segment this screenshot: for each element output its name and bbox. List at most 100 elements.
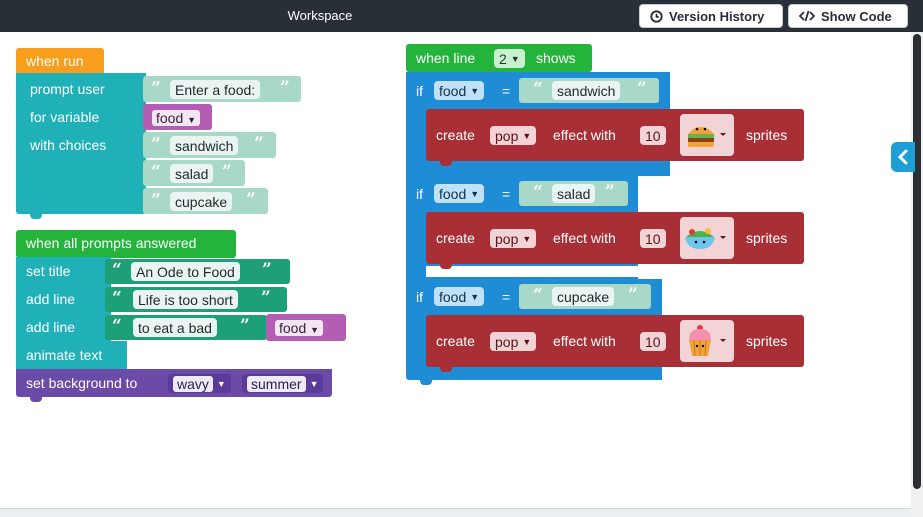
prompt-user-label: prompt user (30, 81, 105, 97)
dropdown-caret-icon: ▼ (510, 53, 520, 64)
vertical-scrollbar-thumb[interactable] (913, 34, 921, 489)
sprites-label-3: sprites (746, 333, 788, 349)
effect-value-3: pop (495, 333, 519, 350)
block-notch (440, 263, 452, 269)
if-op-3: = (502, 289, 511, 305)
all-answered-label: when all prompts answered (26, 235, 197, 251)
when-run-label: when run (26, 53, 84, 69)
bg-style-value: wavy (173, 375, 213, 392)
block-notch (440, 366, 452, 372)
dropdown-caret-icon: ▼ (522, 233, 532, 244)
if-var-dropdown-3[interactable]: food ▼ (434, 287, 485, 306)
dropdown-caret-icon: ▼ (470, 291, 480, 302)
count-field-3[interactable]: 10 (640, 332, 666, 351)
block-notch (440, 160, 452, 166)
line-2-text-value[interactable]: to eat a bad (133, 318, 217, 337)
code-icon (799, 10, 815, 22)
show-code-button[interactable]: Show Code (788, 4, 908, 28)
dropdown-caret-icon: ▼ (187, 114, 197, 125)
quote-open-glyph: “ (112, 316, 122, 336)
line-1-text-value[interactable]: Life is too short (133, 290, 238, 309)
sprite-picker-3[interactable] (680, 320, 734, 362)
when-line-prefix: when line (416, 50, 476, 66)
block-notch (30, 213, 42, 219)
add-line-label-1: add line (26, 291, 76, 307)
effect-dropdown-1[interactable]: pop ▼ (490, 126, 537, 145)
quote-open-glyph: “ (151, 162, 161, 182)
line-number-value: 2 (499, 50, 507, 67)
set-background-label: set background to (26, 375, 138, 391)
effect-dropdown-3[interactable]: pop ▼ (490, 332, 537, 351)
dropdown-caret-icon: ▼ (309, 378, 319, 389)
if-op-2: = (502, 186, 511, 202)
cupcake-icon (689, 325, 726, 357)
quote-open-glyph: “ (112, 260, 122, 280)
sprite-picker-2[interactable] (680, 217, 734, 259)
count-field-2[interactable]: 10 (640, 229, 666, 248)
set-title-label: set title (26, 263, 71, 279)
effect-with-label-2: effect with (553, 230, 616, 246)
if-var-value-3: food (439, 288, 467, 305)
bg-style-dropdown[interactable]: wavy ▼ (168, 374, 231, 393)
create-label-2: create (436, 230, 475, 246)
dropdown-caret-icon: ▼ (522, 336, 532, 347)
variable-value: food (156, 109, 184, 126)
quote-close-glyph: ” (280, 78, 290, 98)
horizontal-scrollbar-track[interactable] (0, 508, 911, 517)
if-var-dropdown-1[interactable]: food ▼ (434, 81, 485, 100)
choice-value-3[interactable]: cupcake (170, 192, 233, 211)
version-history-button[interactable]: Version History (639, 4, 783, 28)
quote-close-glyph: ” (261, 288, 271, 308)
variable-dropdown[interactable]: food ▼ (147, 108, 206, 127)
dropdown-caret-icon: ▼ (470, 188, 480, 199)
effect-value-1: pop (495, 127, 519, 144)
effect-with-label-3: effect with (553, 333, 616, 349)
create-label-1: create (436, 127, 475, 143)
salad-bowl-icon (685, 228, 726, 249)
quote-close-glyph: ” (262, 260, 272, 280)
bg-theme-value: summer (247, 375, 306, 392)
if-value-2[interactable]: salad (552, 184, 596, 203)
if-value-1[interactable]: sandwich (552, 81, 621, 100)
quote-open-glyph: “ (533, 285, 543, 305)
line-2-variable-value: food (279, 319, 307, 336)
quote-open-glyph: “ (112, 288, 122, 308)
if-var-dropdown-2[interactable]: food ▼ (434, 184, 485, 203)
choice-value-1[interactable]: sandwich (170, 136, 239, 155)
effect-dropdown-2[interactable]: pop ▼ (490, 229, 537, 248)
create-label-3: create (436, 333, 475, 349)
with-choices-label: with choices (30, 137, 107, 153)
block-notch (420, 379, 432, 385)
version-history-label: Version History (669, 8, 765, 24)
if-label-2: if (416, 186, 423, 202)
burger-icon (688, 127, 726, 147)
quote-close-glyph: ” (254, 134, 264, 154)
effect-with-label-1: effect with (553, 127, 616, 143)
dropdown-caret-icon: ▼ (216, 378, 226, 389)
quote-close-glyph: ” (637, 79, 647, 99)
collapse-panel-button[interactable] (891, 142, 915, 172)
line-2-variable-dropdown[interactable]: food ▼ (270, 318, 329, 337)
prompt-text-value[interactable]: Enter a food: (170, 80, 261, 99)
effect-value-2: pop (495, 230, 519, 247)
quote-open-glyph: “ (533, 79, 543, 99)
quote-open-glyph: “ (151, 190, 161, 210)
add-line-label-2: add line (26, 319, 76, 335)
quote-open-glyph: “ (151, 78, 161, 98)
for-variable-label: for variable (30, 109, 100, 125)
block-notch (30, 396, 42, 402)
count-field-1[interactable]: 10 (640, 126, 666, 145)
title-text-value[interactable]: An Ode to Food (131, 262, 240, 281)
quote-close-glyph: ” (246, 190, 256, 210)
sprites-label-1: sprites (746, 127, 788, 143)
if-label-3: if (416, 289, 423, 305)
sprite-picker-1[interactable] (680, 114, 734, 156)
bg-theme-dropdown[interactable]: summer ▼ (242, 374, 324, 393)
if-value-3[interactable]: cupcake (552, 287, 615, 306)
dropdown-caret-icon: ▼ (310, 324, 320, 335)
gap (426, 266, 670, 277)
animate-text-label: animate text (26, 347, 103, 363)
quote-close-glyph: ” (605, 182, 615, 202)
line-number-dropdown[interactable]: 2 ▼ (494, 49, 525, 68)
choice-value-2[interactable]: salad (170, 164, 214, 183)
